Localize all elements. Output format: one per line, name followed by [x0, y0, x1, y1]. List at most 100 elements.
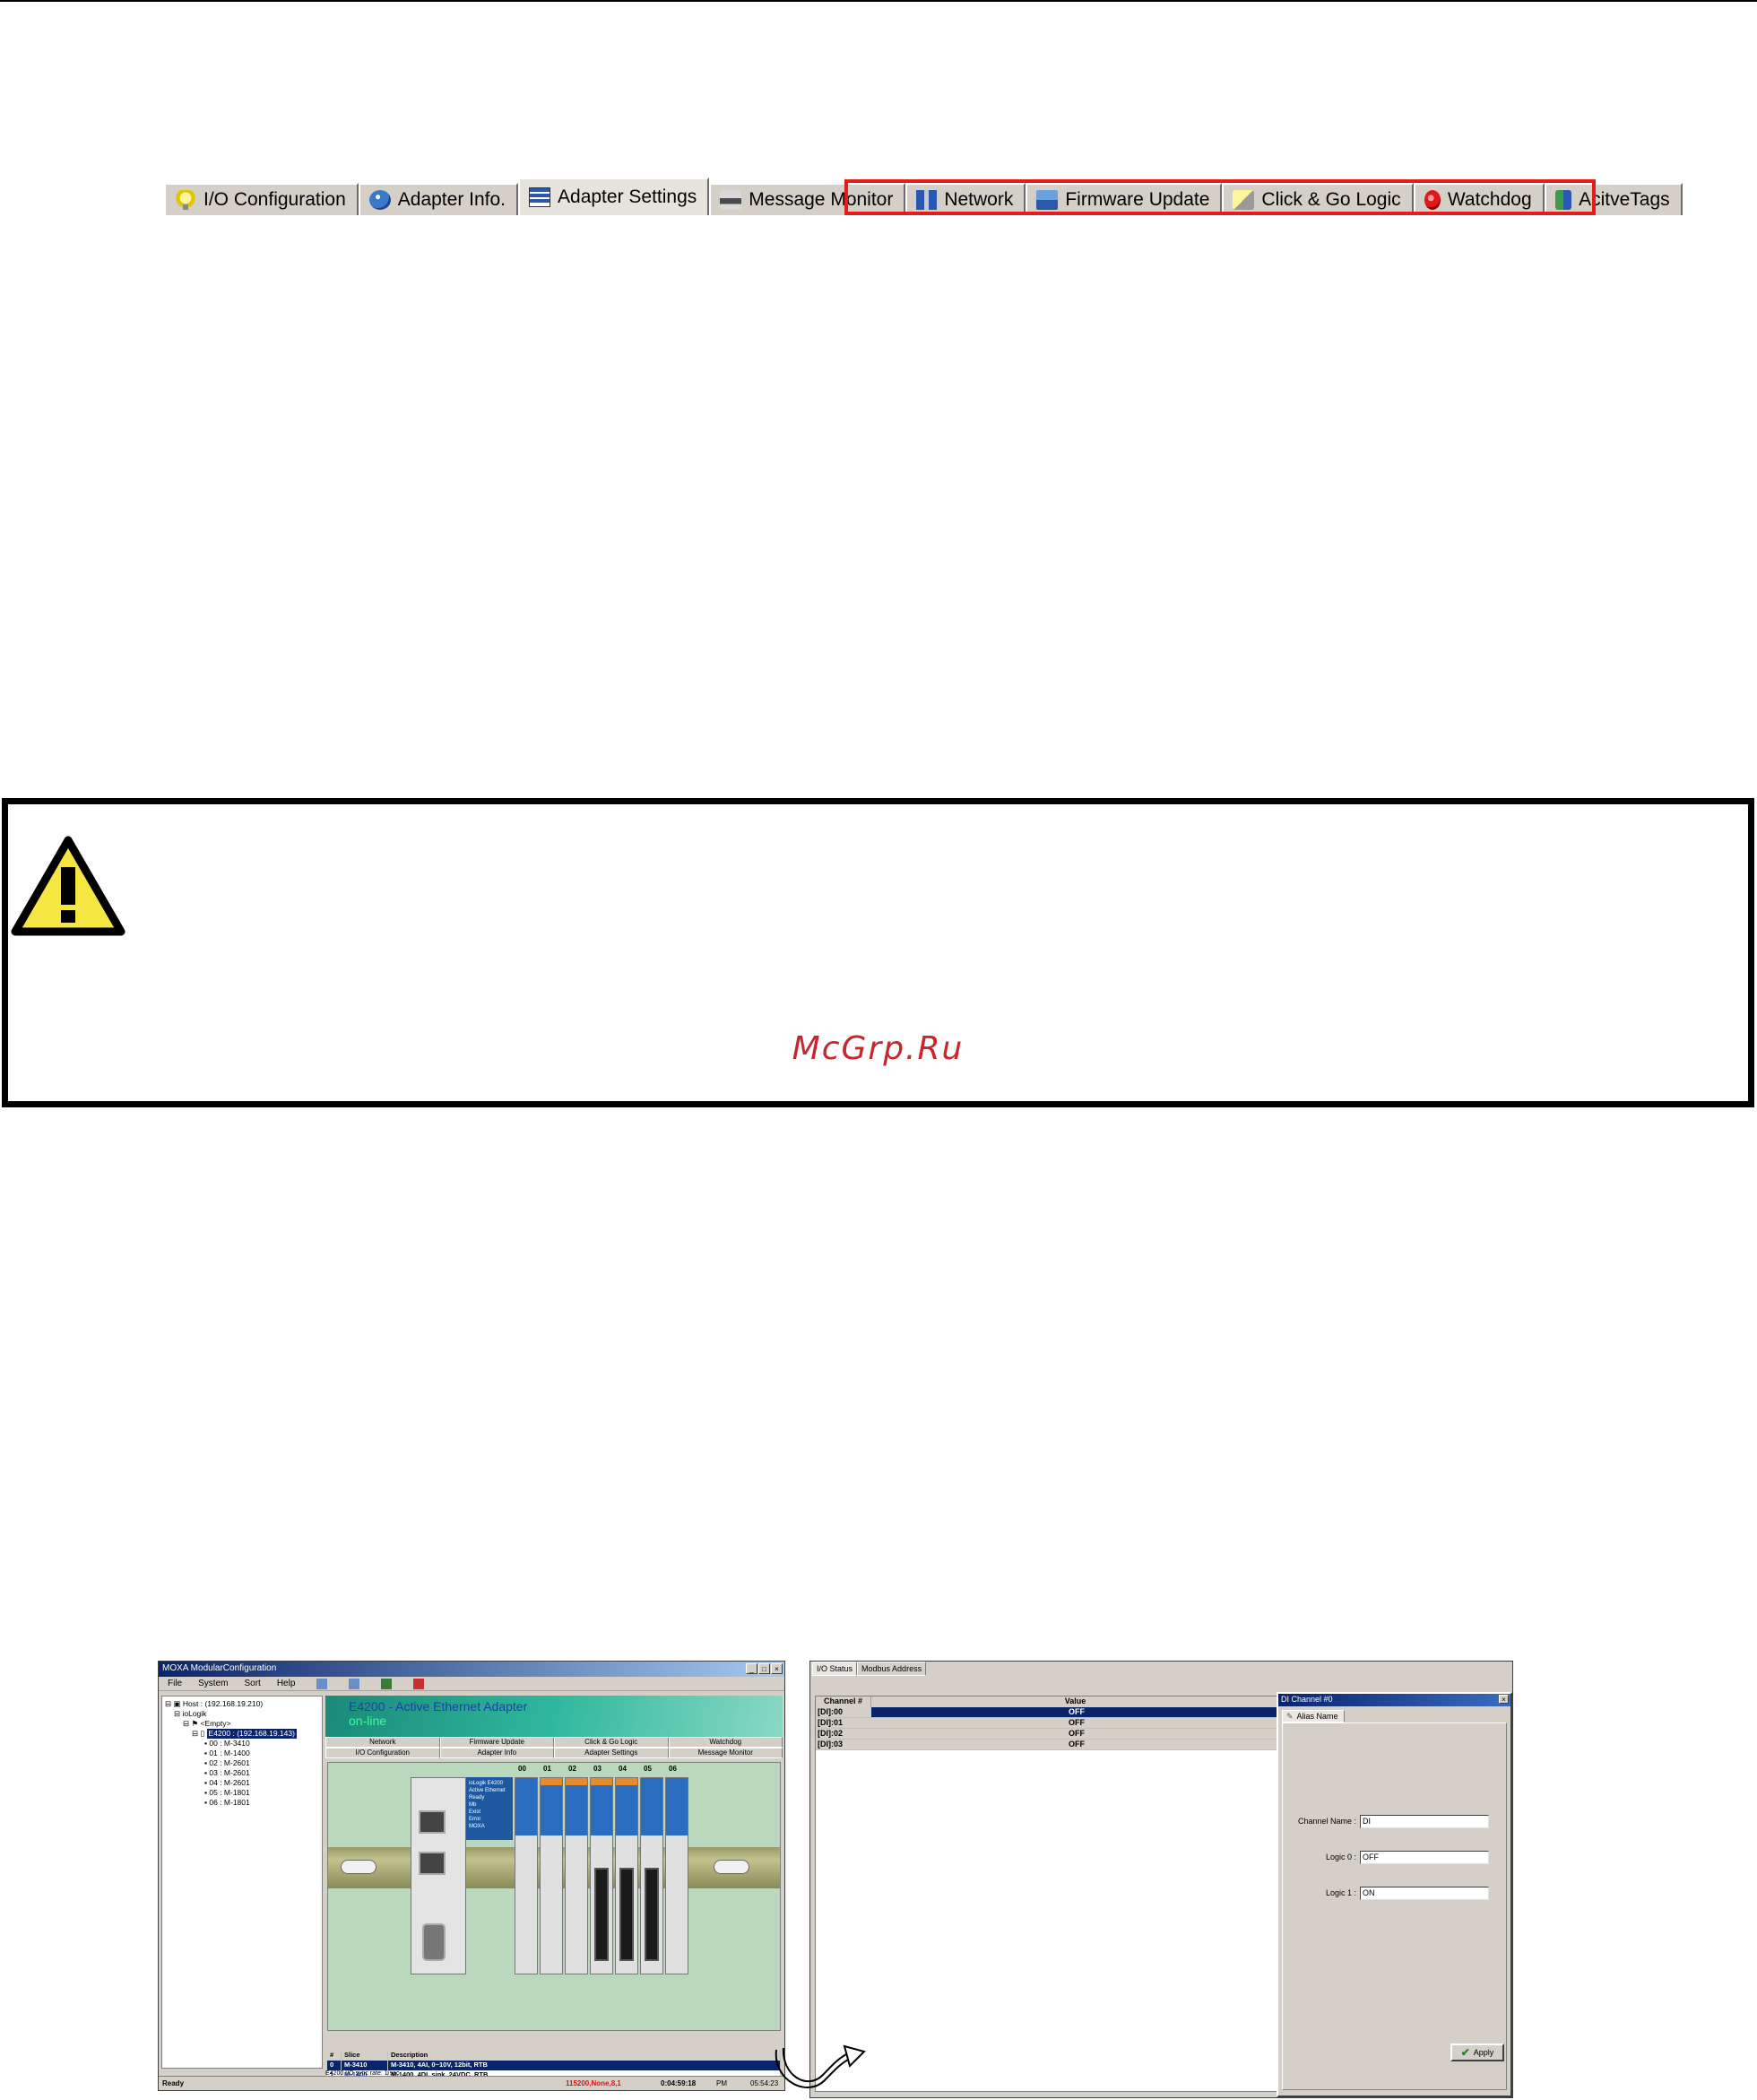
export-tool-icon[interactable] — [349, 1679, 360, 1689]
menu-system[interactable]: System — [198, 1679, 228, 1688]
close-button[interactable]: × — [1499, 1695, 1509, 1704]
tab-activetags[interactable]: AcitveTags — [1544, 183, 1683, 215]
tab-firmware-update[interactable]: Firmware Update — [1026, 183, 1223, 215]
menu-help[interactable]: Help — [277, 1679, 296, 1688]
io-slot-04[interactable] — [615, 1777, 638, 1974]
curved-arrow-icon — [775, 2044, 866, 2088]
modular-config-window: MOXA ModularConfiguration _ □ × File Sys… — [158, 1661, 785, 2091]
col-header-slice[interactable]: Slice — [342, 2051, 388, 2061]
slot-number: 00 — [518, 1765, 526, 1773]
tree-node[interactable]: ▪ 05 : M-1801 — [165, 1788, 319, 1798]
table-row[interactable]: [DI]:02 OFF — [816, 1729, 1280, 1740]
di-channel-dialog: DI Channel #0 × ✎ Alias Name Channel Nam… — [1277, 1692, 1512, 2097]
io-slot-03[interactable] — [590, 1777, 613, 1974]
channel-name-label: Channel Name : — [1297, 1817, 1356, 1826]
tab-label: Adapter Info. — [397, 189, 506, 210]
grid-header: Channel # Value — [816, 1696, 1280, 1707]
tab-adapter-info[interactable]: Adapter Info — [439, 1748, 554, 1758]
tab-click-go-logic[interactable]: Click & Go Logic — [1222, 183, 1414, 215]
col-header-value[interactable]: Value — [871, 1696, 1280, 1707]
tab-firmware-update[interactable]: Firmware Update — [439, 1737, 554, 1748]
menu-file[interactable]: File — [168, 1679, 182, 1688]
tab-message-monitor[interactable]: Message Monitor — [709, 183, 906, 215]
dialog-title-text: DI Channel #0 — [1281, 1695, 1333, 1704]
tree-node[interactable]: ▪ 00 : M-3410 — [165, 1739, 319, 1749]
col-header-channel[interactable]: Channel # — [816, 1696, 871, 1707]
tab-io-status[interactable]: I/O Status — [812, 1662, 858, 1676]
status-comm: 115200,None,8,1 — [566, 2079, 621, 2087]
channel-name-field[interactable]: DI — [1360, 1815, 1489, 1828]
serial-port — [422, 1923, 446, 1961]
table-row[interactable]: [DI]:00 OFF — [816, 1707, 1280, 1718]
tab-adapter-settings[interactable]: Adapter Settings — [554, 1748, 669, 1758]
adapter-banner: E4200 - Active Ethernet Adapter on-line — [325, 1696, 783, 1737]
tab-watchdog[interactable]: Watchdog — [1413, 183, 1545, 215]
tab-watchdog[interactable]: Watchdog — [668, 1737, 783, 1748]
pencil-icon: ✎ — [1286, 1711, 1294, 1721]
tree-node[interactable]: ▪ 06 : M-1801 — [165, 1798, 319, 1808]
warning-box: McGrp.Ru — [2, 798, 1754, 1107]
col-header-index[interactable]: # — [327, 2051, 342, 2061]
logic0-field[interactable]: OFF — [1360, 1851, 1489, 1864]
tree-node[interactable]: ⊟ ioLogik — [165, 1709, 319, 1719]
apply-button[interactable]: ✔ Apply — [1450, 2044, 1504, 2061]
status-ready: Ready — [162, 2079, 185, 2087]
window-title-text: MOXA ModularConfiguration — [162, 1663, 277, 1673]
menu-sort[interactable]: Sort — [244, 1679, 260, 1688]
tab-io-configuration[interactable]: I/O Configuration — [325, 1748, 440, 1758]
table-row[interactable]: [DI]:03 OFF — [816, 1740, 1280, 1750]
tab-network[interactable]: Network — [325, 1737, 440, 1748]
rail-hole — [341, 1860, 376, 1874]
slot-number: 03 — [593, 1765, 602, 1773]
tab-message-monitor[interactable]: Message Monitor — [668, 1748, 783, 1758]
slot-number: 06 — [669, 1765, 677, 1773]
maximize-button[interactable]: □ — [758, 1663, 770, 1674]
table-row[interactable]: [DI]:01 OFF — [816, 1718, 1280, 1729]
tree-node[interactable]: ▪ 03 : M-2601 — [165, 1768, 319, 1778]
tree-node[interactable]: ⊟ ⚑ <Empty> — [165, 1719, 319, 1729]
close-button[interactable]: × — [771, 1663, 783, 1674]
logic1-field[interactable]: ON — [1360, 1887, 1489, 1900]
tab-label: Watchdog — [1447, 189, 1532, 210]
tab-modbus-address[interactable]: Modbus Address — [857, 1662, 927, 1676]
flag-tool-icon[interactable] — [413, 1679, 425, 1689]
bulb-icon — [175, 190, 196, 210]
dialog-title: DI Channel #0 × — [1278, 1694, 1510, 1706]
tab-label: AcitveTags — [1579, 189, 1670, 210]
col-header-description[interactable]: Description — [388, 2051, 781, 2061]
settings-icon — [529, 187, 551, 207]
tab-network[interactable]: Network — [905, 183, 1026, 215]
table-row[interactable]: 0 M-3410 M-3410, 4AI, 0~10V, 12bit, RTB — [327, 2061, 781, 2070]
tree-node[interactable]: ▪ 01 : M-1400 — [165, 1749, 319, 1758]
tree-node[interactable]: ▪ 02 : M-2601 — [165, 1758, 319, 1768]
device-tree[interactable]: ⊟ ▣ Host : (192.168.19.210) ⊟ ioLogik ⊟ … — [161, 1696, 323, 2069]
status-bar: Ready 115200,None,8,1 0:04:59:18 PM 05:5… — [159, 2076, 784, 2090]
adapter-module[interactable] — [411, 1777, 466, 1974]
tab-io-configuration[interactable]: I/O Configuration — [164, 183, 359, 215]
io-slot-00[interactable] — [515, 1777, 538, 1974]
slot-number: 01 — [543, 1765, 551, 1773]
device-tabs: Network Firmware Update Click & Go Logic… — [325, 1737, 783, 1758]
logic-icon — [1233, 190, 1255, 210]
warning-icon — [11, 836, 126, 936]
io-slot-06[interactable] — [665, 1777, 688, 1974]
minimize-button[interactable]: _ — [746, 1663, 757, 1674]
firmware-icon — [1036, 190, 1059, 210]
import-tool-icon[interactable] — [381, 1679, 393, 1689]
slot-number: 05 — [644, 1765, 652, 1773]
tab-click-go-logic[interactable]: Click & Go Logic — [554, 1737, 669, 1748]
search-tool-icon[interactable] — [316, 1679, 328, 1689]
tab-alias-name[interactable]: ✎ Alias Name — [1282, 1710, 1345, 1723]
slot-number: 04 — [619, 1765, 627, 1773]
device-pane: E4200 - Active Ethernet Adapter on-line … — [325, 1696, 783, 2080]
tab-adapter-settings[interactable]: Adapter Settings — [518, 178, 710, 215]
tree-node-selected[interactable]: ⊟ ▯ E4200 : (192.168.19.143) — [165, 1729, 319, 1739]
tab-adapter-info[interactable]: Adapter Info. — [358, 183, 519, 215]
tree-node[interactable]: ⊟ ▣ Host : (192.168.19.210) — [165, 1699, 319, 1709]
io-status-window: I/O Status Modbus Address Channel # Valu… — [809, 1661, 1513, 2098]
io-slot-05[interactable] — [640, 1777, 663, 1974]
tree-node[interactable]: ▪ 04 : M-2601 — [165, 1778, 319, 1788]
banner-status: on-line — [349, 1714, 387, 1728]
io-slot-02[interactable] — [565, 1777, 588, 1974]
io-slot-01[interactable] — [540, 1777, 563, 1974]
